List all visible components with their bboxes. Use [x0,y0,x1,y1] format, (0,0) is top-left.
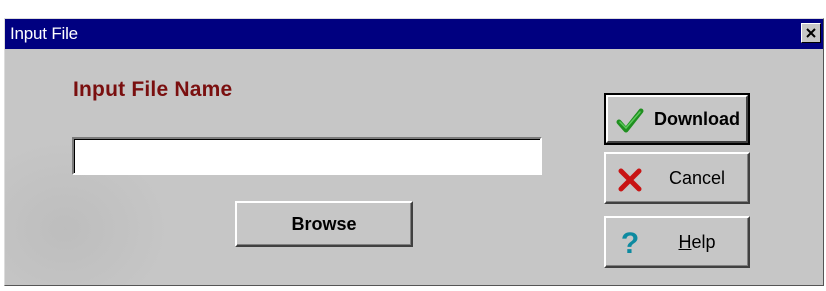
download-button[interactable]: Download [604,93,750,145]
close-icon [806,28,816,38]
browse-button[interactable]: Browse [235,201,413,247]
question-mark-icon: ? [620,227,640,260]
download-label: Download [654,109,740,129]
title-bar[interactable]: Input File [5,19,823,49]
x-mark-icon [618,168,642,192]
help-mnemonic: H [678,232,692,252]
input-file-dialog: Input File Input File Name Browse Downlo… [4,18,824,286]
help-label: Help [650,232,744,253]
cancel-label: Cancel [668,168,726,188]
help-label-rest: elp [691,232,716,252]
help-button[interactable]: ? Help [604,216,750,268]
dialog-body: Input File Name Browse Download Cancel ?… [5,49,823,285]
input-file-name-label: Input File Name [73,78,233,101]
cancel-button[interactable]: Cancel [604,152,750,204]
window-title: Input File [10,24,78,43]
checkmark-icon [616,108,644,133]
file-name-input[interactable] [72,137,542,175]
close-button[interactable] [801,23,821,43]
